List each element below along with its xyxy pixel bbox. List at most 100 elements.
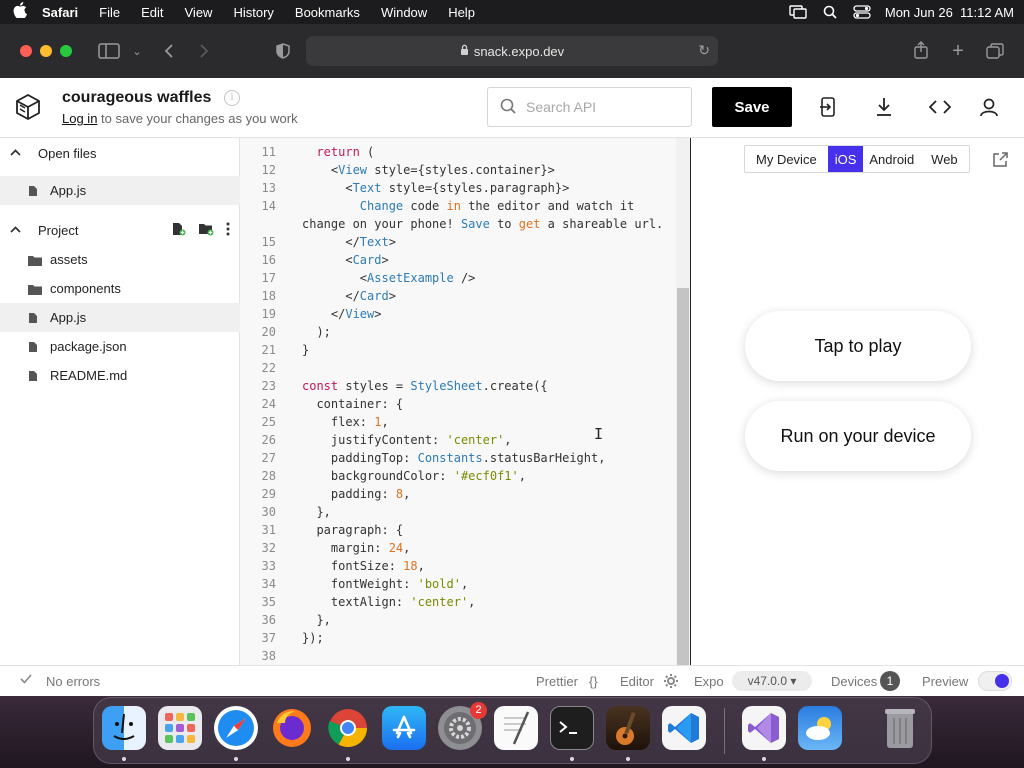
code-line[interactable]: 11 return ( (240, 143, 375, 161)
share-icon[interactable] (908, 37, 934, 63)
control-center-icon[interactable] (853, 5, 871, 19)
code-line[interactable]: 21} (240, 341, 310, 359)
apple-icon[interactable] (10, 2, 30, 22)
sidebar-toggle-icon[interactable] (96, 38, 122, 64)
trash-icon[interactable] (878, 706, 922, 750)
code-line[interactable]: 31 paragraph: { (240, 521, 404, 539)
new-folder-icon[interactable] (198, 222, 214, 239)
code-line[interactable]: 12 <View style={styles.container}> (240, 161, 555, 179)
user-account-icon[interactable] (977, 95, 1001, 119)
tab-my-device[interactable]: My Device (745, 146, 828, 172)
tap-to-play-button[interactable]: Tap to play (745, 311, 971, 381)
search-api-box[interactable] (487, 87, 692, 127)
sdk-version-select[interactable]: v47.0.0 ▾ (732, 671, 812, 691)
preview-toggle[interactable] (978, 671, 1012, 691)
code-line[interactable]: 27 paddingTop: Constants.statusBarHeight… (240, 449, 606, 467)
open-in-new-window-icon[interactable] (992, 152, 1008, 168)
prettier-braces-icon[interactable]: {} (589, 674, 598, 689)
project-item-assets[interactable]: assets (0, 245, 240, 274)
tab-overview-icon[interactable] (982, 38, 1008, 64)
code-line[interactable]: 32 margin: 24, (240, 539, 411, 557)
code-line[interactable]: 26 justifyContent: 'center', (240, 431, 512, 449)
code-line[interactable]: 19 </View> (240, 305, 382, 323)
close-window-button[interactable] (20, 45, 32, 57)
code-line[interactable]: 38 (240, 647, 302, 665)
open-files-header[interactable]: Open files (0, 139, 240, 167)
save-button[interactable]: Save (712, 87, 792, 127)
devices-label[interactable]: Devices (831, 674, 877, 689)
code-line[interactable]: 37}); (240, 629, 324, 647)
code-line[interactable]: 35 textAlign: 'center', (240, 593, 476, 611)
menu-window[interactable]: Window (381, 5, 427, 20)
menu-file[interactable]: File (99, 5, 120, 20)
expo-snack-logo[interactable] (14, 93, 42, 121)
code-line[interactable]: 25 flex: 1, (240, 413, 389, 431)
privacy-shield-icon[interactable] (270, 38, 296, 64)
code-line[interactable]: 33 fontSize: 18, (240, 557, 425, 575)
code-line[interactable]: 22 (240, 359, 302, 377)
new-tab-icon[interactable]: + (945, 38, 971, 64)
editor-scrollbar-thumb[interactable] (677, 288, 689, 665)
embed-code-icon[interactable] (928, 95, 952, 119)
code-line[interactable]: change on your phone! Save to get a shar… (240, 215, 663, 233)
back-icon[interactable] (156, 38, 182, 64)
code-line[interactable]: 16 <Card> (240, 251, 389, 269)
code-line[interactable]: 14 Change code in the editor and watch i… (240, 197, 635, 215)
code-line[interactable]: 34 fontWeight: 'bold', (240, 575, 469, 593)
project-header[interactable]: Project (0, 216, 240, 244)
code-line[interactable]: 28 backgroundColor: '#ecf0f1', (240, 467, 526, 485)
code-line[interactable]: 24 container: { (240, 395, 404, 413)
menu-app-name[interactable]: Safari (42, 5, 78, 20)
visual-studio-icon[interactable] (742, 706, 786, 750)
code-line[interactable]: 18 </Card> (240, 287, 396, 305)
gear-icon[interactable] (663, 673, 679, 692)
code-line[interactable]: 29 padding: 8, (240, 485, 411, 503)
project-item-readme[interactable]: README.md (0, 361, 240, 390)
code-line[interactable]: 20 ); (240, 323, 331, 341)
code-editor[interactable]: 11 return (12 <View style={styles.contai… (240, 138, 690, 665)
info-icon[interactable]: i (224, 90, 240, 106)
code-line[interactable]: 23 const styles = StyleSheet.create({ (240, 377, 548, 395)
more-options-icon[interactable] (226, 222, 230, 239)
menu-edit[interactable]: Edit (141, 5, 163, 20)
terminal-icon[interactable] (550, 706, 594, 750)
search-api-input[interactable] (526, 99, 676, 115)
address-bar[interactable]: snack.expo.dev ↻ (306, 36, 718, 66)
firefox-icon[interactable] (270, 706, 314, 750)
open-file-item[interactable]: App.js (0, 176, 240, 205)
spotlight-search-icon[interactable] (821, 5, 839, 19)
menu-view[interactable]: View (185, 5, 213, 20)
devices-count-badge[interactable]: 1 (880, 671, 900, 691)
weather-icon[interactable] (798, 706, 842, 750)
safari-icon[interactable] (214, 706, 258, 750)
code-line[interactable]: 36 }, (240, 611, 331, 629)
project-item-package-json[interactable]: package.json (0, 332, 240, 361)
zoom-window-button[interactable] (60, 45, 72, 57)
finder-icon[interactable] (102, 706, 146, 750)
launchpad-icon[interactable] (158, 706, 202, 750)
minimize-window-button[interactable] (40, 45, 52, 57)
project-title[interactable]: courageous waffles (62, 89, 211, 107)
code-line[interactable]: 30 }, (240, 503, 331, 521)
login-link[interactable]: Log in (62, 111, 97, 126)
download-icon[interactable] (872, 95, 896, 119)
garageband-icon[interactable] (606, 706, 650, 750)
editor-settings[interactable]: Editor (620, 674, 654, 689)
menu-bookmarks[interactable]: Bookmarks (295, 5, 360, 20)
chevron-down-icon[interactable]: ⌄ (124, 38, 150, 64)
project-item-components[interactable]: components (0, 274, 240, 303)
prettier-toggle[interactable]: Prettier (536, 674, 578, 689)
app-store-icon[interactable] (382, 706, 426, 750)
forward-icon[interactable] (191, 38, 217, 64)
reload-icon[interactable]: ↻ (698, 42, 710, 59)
screen-mirroring-icon[interactable] (789, 5, 807, 19)
code-line[interactable]: 13 <Text style={styles.paragraph}> (240, 179, 570, 197)
vscode-icon[interactable] (662, 706, 706, 750)
export-icon[interactable] (816, 95, 840, 119)
tab-web[interactable]: Web (920, 146, 969, 172)
project-item-app-js[interactable]: App.js (0, 303, 240, 332)
textedit-icon[interactable] (494, 706, 538, 750)
new-file-icon[interactable] (172, 222, 186, 239)
errors-status[interactable]: No errors (46, 674, 100, 689)
code-line[interactable]: 15 </Text> (240, 233, 396, 251)
